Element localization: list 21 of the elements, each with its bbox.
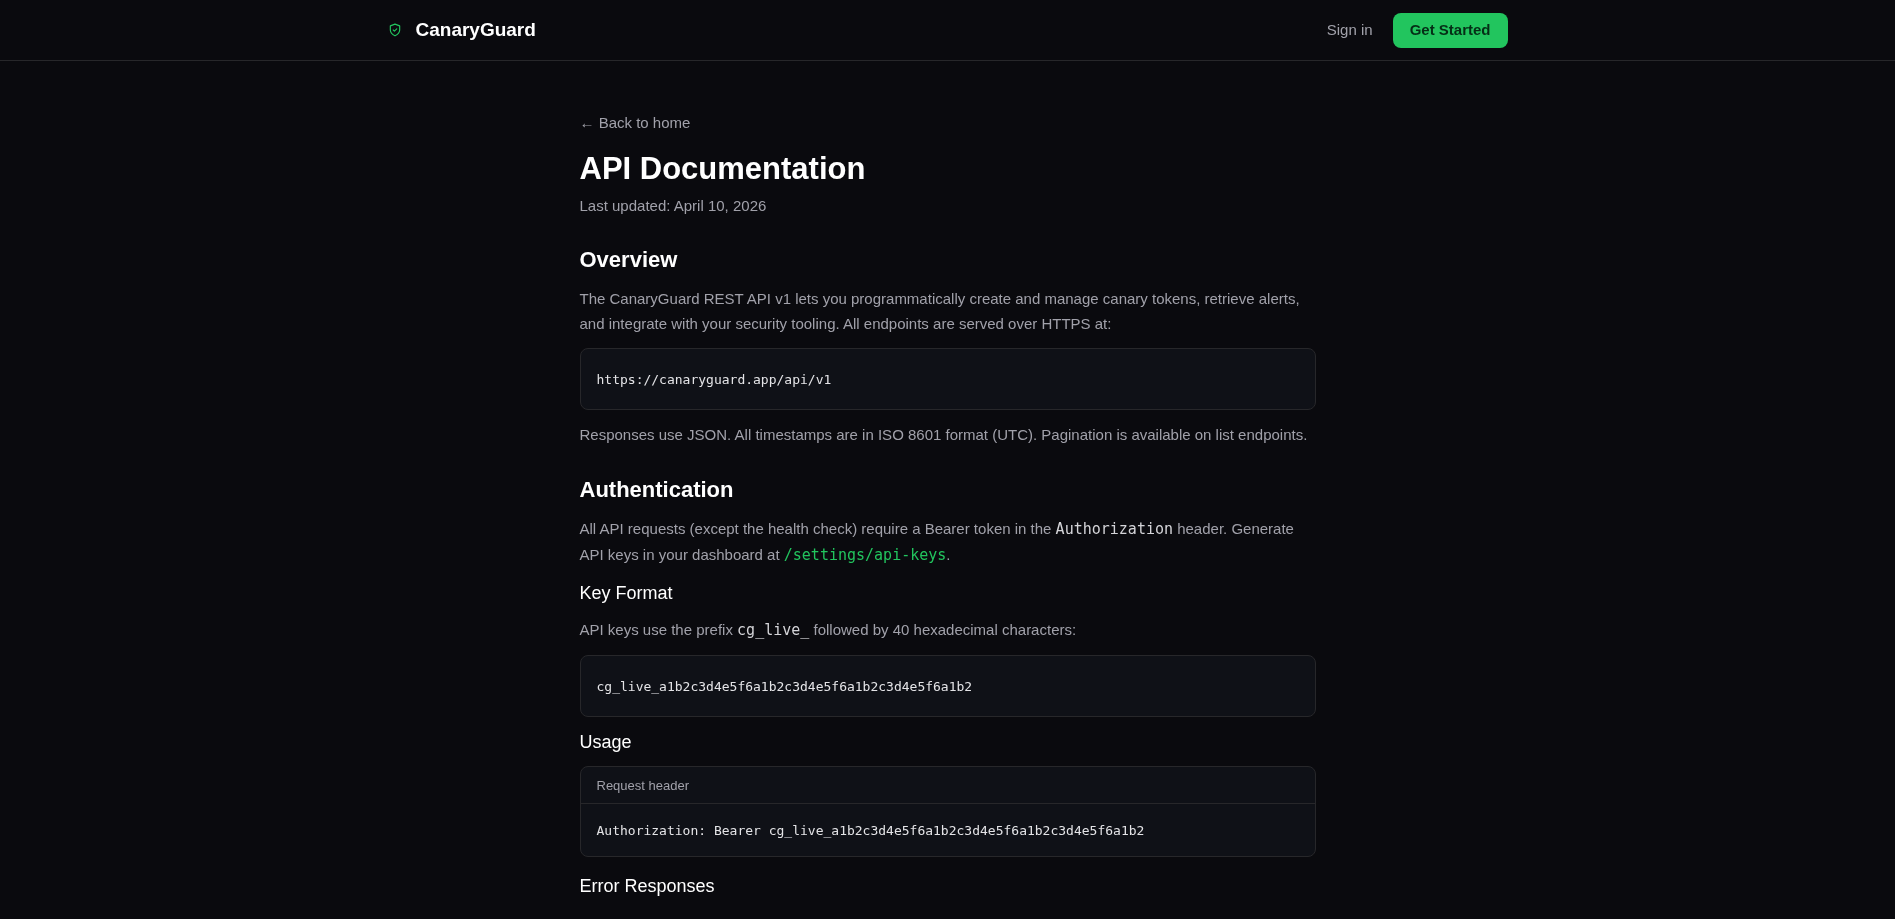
last-updated: Last updated: April 10, 2026 [579, 195, 768, 216]
subsection-heading: Key Format [579, 582, 674, 605]
brand-name[interactable]: CanaryGuard [415, 15, 536, 45]
code-block: https://canaryguard.app/api/v1 [579, 348, 1316, 410]
code-text: Authorization: Bearer cg_live_a1b2c3d4e5f6a1b2c3d4e5f6a1b2c3d4e5f6a1b2 [596, 823, 1145, 838]
paragraph: The CanaryGuard REST API v1 lets you programmatically create and manage canary tokens, retrieve alerts, and integrate with your security tooling. All endpoints are served over HTTPS at: [579, 289, 1301, 334]
code-block: cg_live_a1b2c3d4e5f6a1b2c3d4e5f6a1b2c3d4e5f6a1b2 [579, 655, 1316, 717]
paragraph: Responses use JSON. All timestamps are in ISO 8601 format (UTC). Pagination is available on list endpoints. [579, 425, 1309, 445]
paragraph: API keys use the prefix cg_live_ followed by 40 hexadecimal characters: [579, 620, 1078, 641]
code-block-title: Request header [596, 778, 689, 793]
shield-icon [387, 23, 402, 37]
section-heading: Overview [579, 246, 679, 274]
page-title: API Documentation [579, 149, 867, 188]
back-link[interactable]: ← Back to home [579, 112, 1316, 135]
subsection-heading: Usage [579, 731, 633, 754]
section-heading: Authentication [579, 476, 735, 504]
get-started-button[interactable]: Get Started [1392, 12, 1508, 48]
subsection-heading: Error Responses [579, 875, 716, 898]
paragraph: All API requests (except the health check) require a Bearer token in the Authorization header. Generate API keys in your dashboard at /settings/api-keys. [579, 519, 1295, 566]
settings-link[interactable]: /settings/api-keys [783, 546, 947, 564]
sign-in-link[interactable]: Sign in [1318, 18, 1381, 42]
